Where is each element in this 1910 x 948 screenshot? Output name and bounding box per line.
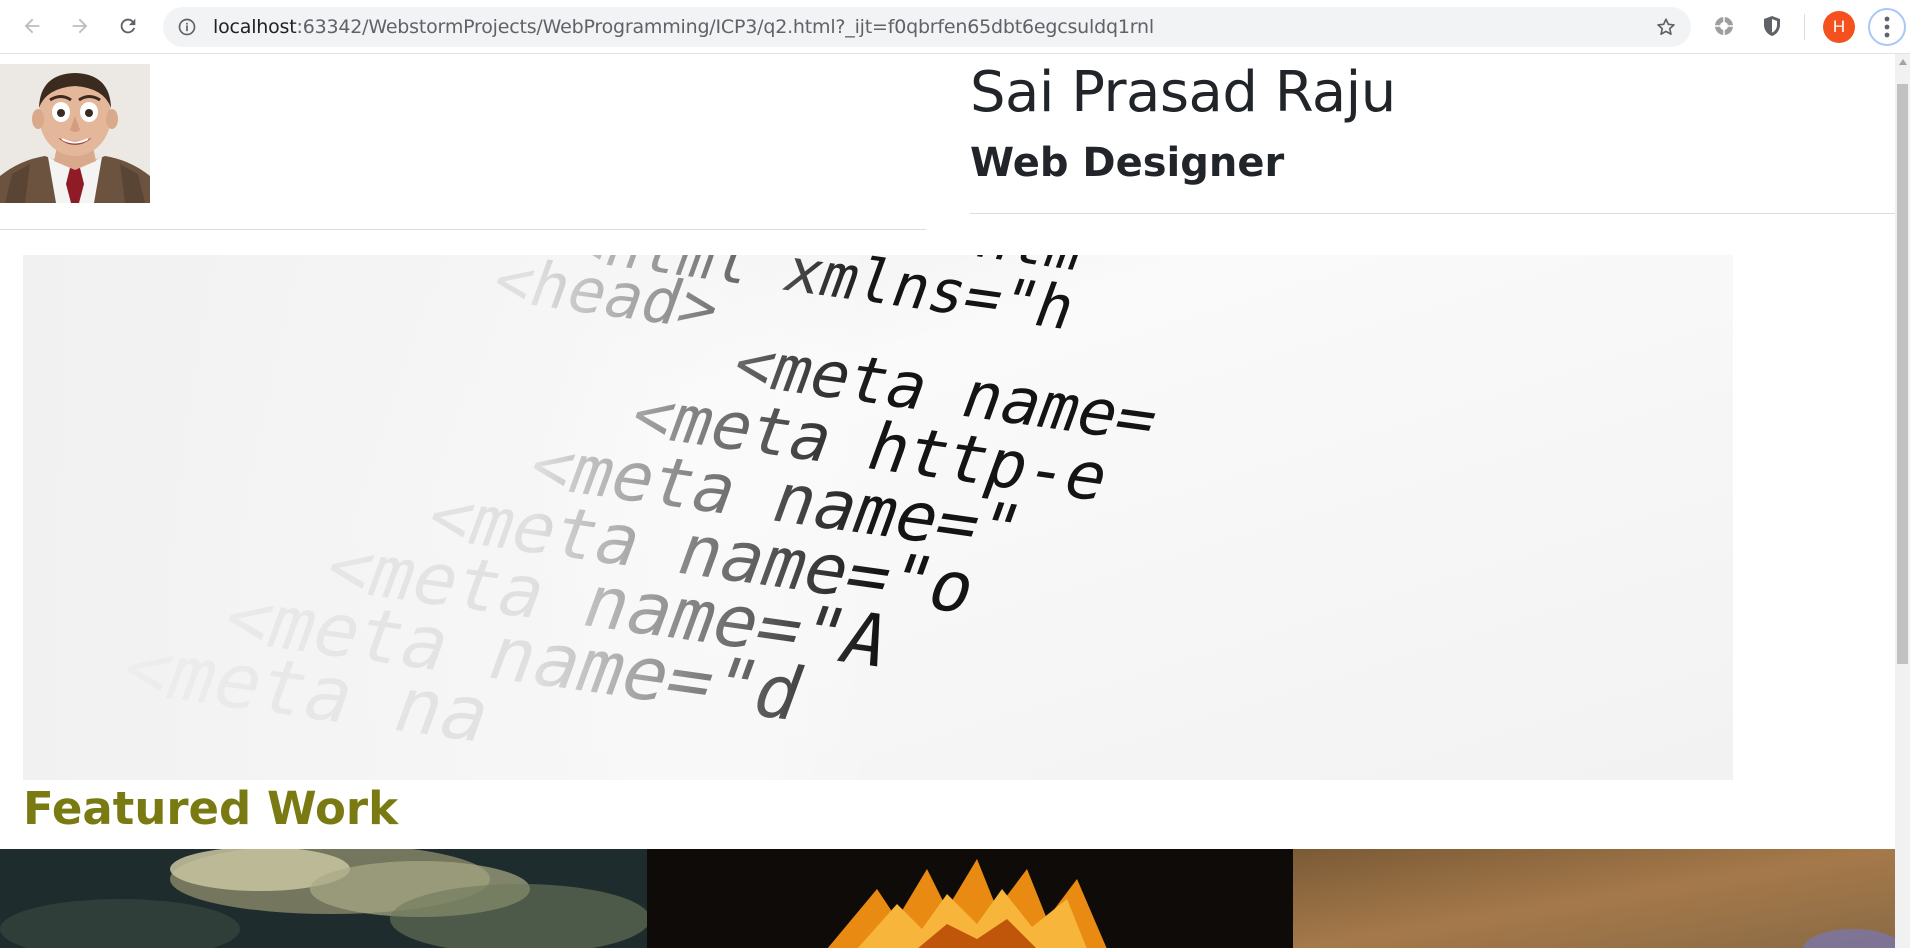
info-icon[interactable] <box>177 17 197 37</box>
address-bar[interactable]: localhost:63342/WebstormProjects/WebProg… <box>163 7 1691 47</box>
job-title: Web Designer <box>970 140 1285 186</box>
url-path: :63342/WebstormProjects/WebProgramming/I… <box>296 16 1155 38</box>
extension-button[interactable] <box>1711 13 1737 39</box>
back-button[interactable] <box>17 11 47 41</box>
page-viewport: Sai Prasad Raju Web Designer <!DOCTYPE h… <box>0 54 1895 948</box>
profile-photo <box>0 64 150 203</box>
texture-tile[interactable] <box>1293 849 1895 948</box>
clouds-tile[interactable] <box>0 849 647 948</box>
kebab-menu-icon <box>1884 16 1890 38</box>
featured-work-heading: Featured Work <box>23 782 399 835</box>
toolbar-separator <box>1804 14 1805 40</box>
vertical-scrollbar[interactable] <box>1895 54 1910 948</box>
shield-icon <box>1764 16 1780 36</box>
scroll-up-arrow-icon[interactable] <box>1895 54 1910 69</box>
forward-button[interactable] <box>65 11 95 41</box>
header-divider-right <box>970 213 1895 214</box>
extension-icon <box>1715 17 1733 35</box>
forward-arrow-icon <box>72 18 88 34</box>
browser-menu-button[interactable] <box>1868 8 1906 46</box>
back-arrow-icon <box>24 18 40 34</box>
hero-image: <!DOCTYPE htm<html xmlns="h<head><meta n… <box>23 255 1733 780</box>
shield-extension-button[interactable] <box>1759 13 1785 39</box>
star-icon[interactable] <box>1655 16 1677 38</box>
header-divider-left <box>0 229 926 230</box>
page-title-name: Sai Prasad Raju <box>970 60 1396 125</box>
reload-icon <box>120 18 136 34</box>
flower-tile[interactable] <box>647 849 1293 948</box>
browser-toolbar: localhost:63342/WebstormProjects/WebProg… <box>0 0 1910 54</box>
scrollbar-thumb[interactable] <box>1897 84 1908 664</box>
url-host: localhost <box>213 16 297 38</box>
featured-gallery <box>0 849 1895 948</box>
reload-button[interactable] <box>113 11 143 41</box>
profile-avatar-button[interactable]: H <box>1823 11 1855 43</box>
url-text[interactable]: localhost:63342/WebstormProjects/WebProg… <box>213 7 1154 47</box>
